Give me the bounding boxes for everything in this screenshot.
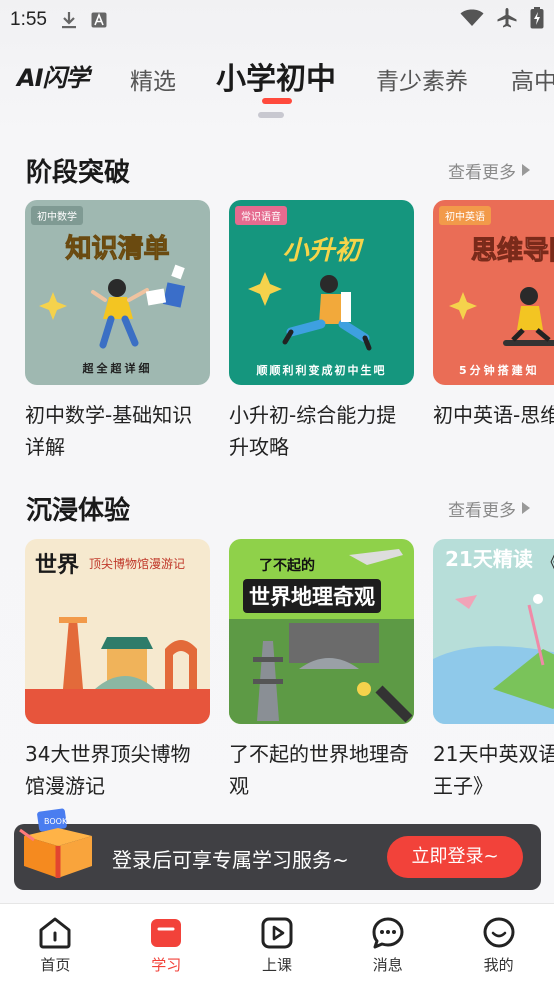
see-more-label: 查看更多 (448, 162, 516, 183)
status-right-icons (460, 7, 544, 33)
nav-label: 首页 (40, 956, 71, 974)
course-title: 小升初-综合能力提升攻略 (229, 403, 397, 459)
nav-home[interactable]: 首页 (0, 904, 111, 984)
nav-label: 学习 (151, 956, 182, 974)
play-icon (261, 917, 293, 949)
study-icon (151, 919, 182, 947)
login-banner-text: 登录后可享专属学习服务~ (112, 848, 349, 872)
course-card[interactable]: 初中数学 知识清单 超全超详细 初中数学-基础知识详解 (25, 200, 210, 463)
cover-illustration (248, 272, 372, 351)
course-card[interactable]: 常识语音 小升初 顺顺利利变成初中生吧 小升初-综合能力提升攻略 (229, 200, 414, 463)
section-title: 沉浸体验 (26, 495, 131, 526)
course-cover: 了不起的 世界地理奇观 (229, 539, 414, 724)
see-more-link[interactable]: 查看更多 (448, 158, 530, 183)
cover-illustration (39, 264, 186, 349)
course-title: 34大世界顶尖博物馆漫游记 (25, 742, 191, 798)
nav-class[interactable]: 上课 (222, 904, 333, 984)
wifi-icon (460, 9, 484, 31)
chevron-right-icon (522, 164, 530, 176)
cover-illustration (449, 287, 554, 346)
section-header-immersive: 沉浸体验 查看更多 (26, 490, 530, 526)
card-row-stage: 初中数学 知识清单 超全超详细 初中数学-基础知识详解 常识语音 小升初 顺顺利… (25, 200, 554, 463)
tab-indicator-shadow (258, 112, 284, 118)
active-tab-indicator (262, 98, 292, 104)
see-more-label: 查看更多 (448, 500, 516, 521)
course-cover: 常识语音 小升初 顺顺利利变成初中生吧 (229, 200, 414, 385)
course-card[interactable]: 世界 顶尖博物馆漫游记 34大世界顶尖博物馆漫游记 (25, 539, 210, 802)
app-screen: 1:55 AI闪学 精选 小学初中 青少素养 高中 阶段突破 查看更多 初中数学… (0, 0, 554, 984)
course-cover: 世界 顶尖博物馆漫游记 (25, 539, 210, 724)
course-title: 21天中英双语《小王子》 (433, 742, 554, 798)
course-card[interactable]: 了不起的 世界地理奇观 了不起的世界地理奇观 (229, 539, 414, 802)
airplane-icon (496, 7, 518, 33)
font-icon (91, 12, 107, 28)
tab-high-school[interactable]: 高中 (511, 62, 554, 96)
cover-illustration (229, 549, 414, 724)
course-cover: 初中数学 知识清单 超全超详细 (25, 200, 210, 385)
home-icon (39, 917, 71, 949)
gift-book-label: BOOK (44, 817, 68, 826)
status-time: 1:55 (10, 9, 47, 30)
course-card[interactable]: 初中英语 思维导图 5分钟搭建知 初中英语-思维全解 (433, 200, 554, 463)
cover-subtitle: 超全超详细 (82, 362, 153, 375)
battery-icon (530, 7, 544, 33)
nav-messages[interactable]: 消息 (332, 904, 443, 984)
cover-subtitle: 5分钟搭建知 (459, 364, 540, 377)
nav-label: 上课 (261, 956, 292, 974)
course-cover: 初中英语 思维导图 5分钟搭建知 (433, 200, 554, 385)
nav-study[interactable]: 学习 (111, 904, 222, 984)
section-title: 阶段突破 (26, 157, 131, 188)
chevron-right-icon (522, 502, 530, 514)
cover-illustration (433, 594, 554, 724)
card-row-immersive: 世界 顶尖博物馆漫游记 34大世界顶尖博物馆漫游记 了不起的 世界地理奇观 了不… (25, 539, 554, 802)
cover-illustration (25, 617, 210, 724)
nav-profile[interactable]: 我的 (443, 904, 554, 984)
see-more-link[interactable]: 查看更多 (448, 496, 530, 521)
download-icon (61, 11, 77, 29)
tab-primary-middle[interactable]: 小学初中 (216, 54, 336, 98)
course-card[interactable]: 21天精读 《小 21天中英双语《小王子》 (433, 539, 554, 802)
course-title: 了不起的世界地理奇观 (229, 742, 409, 798)
tab-ai[interactable]: AI闪学 (17, 58, 90, 93)
tab-featured[interactable]: 精选 (130, 62, 176, 96)
tab-youth-literacy[interactable]: 青少素养 (376, 62, 468, 96)
course-cover: 21天精读 《小 (433, 539, 554, 724)
course-title: 初中英语-思维全解 (433, 403, 554, 427)
login-button[interactable]: 立即登录~ (387, 836, 523, 878)
message-icon (372, 917, 404, 949)
cover-subtitle: 顺顺利利变成初中生吧 (256, 364, 387, 377)
profile-icon (483, 917, 515, 948)
gift-box-icon: BOOK (19, 808, 92, 878)
nav-label: 我的 (483, 956, 514, 974)
bottom-nav: 首页 学习 上课 消息 我的 (0, 903, 554, 984)
status-bar: 1:55 (0, 0, 554, 40)
course-title: 初中数学-基础知识详解 (25, 403, 193, 459)
nav-label: 消息 (372, 956, 403, 974)
section-header-stage: 阶段突破 查看更多 (26, 152, 530, 188)
